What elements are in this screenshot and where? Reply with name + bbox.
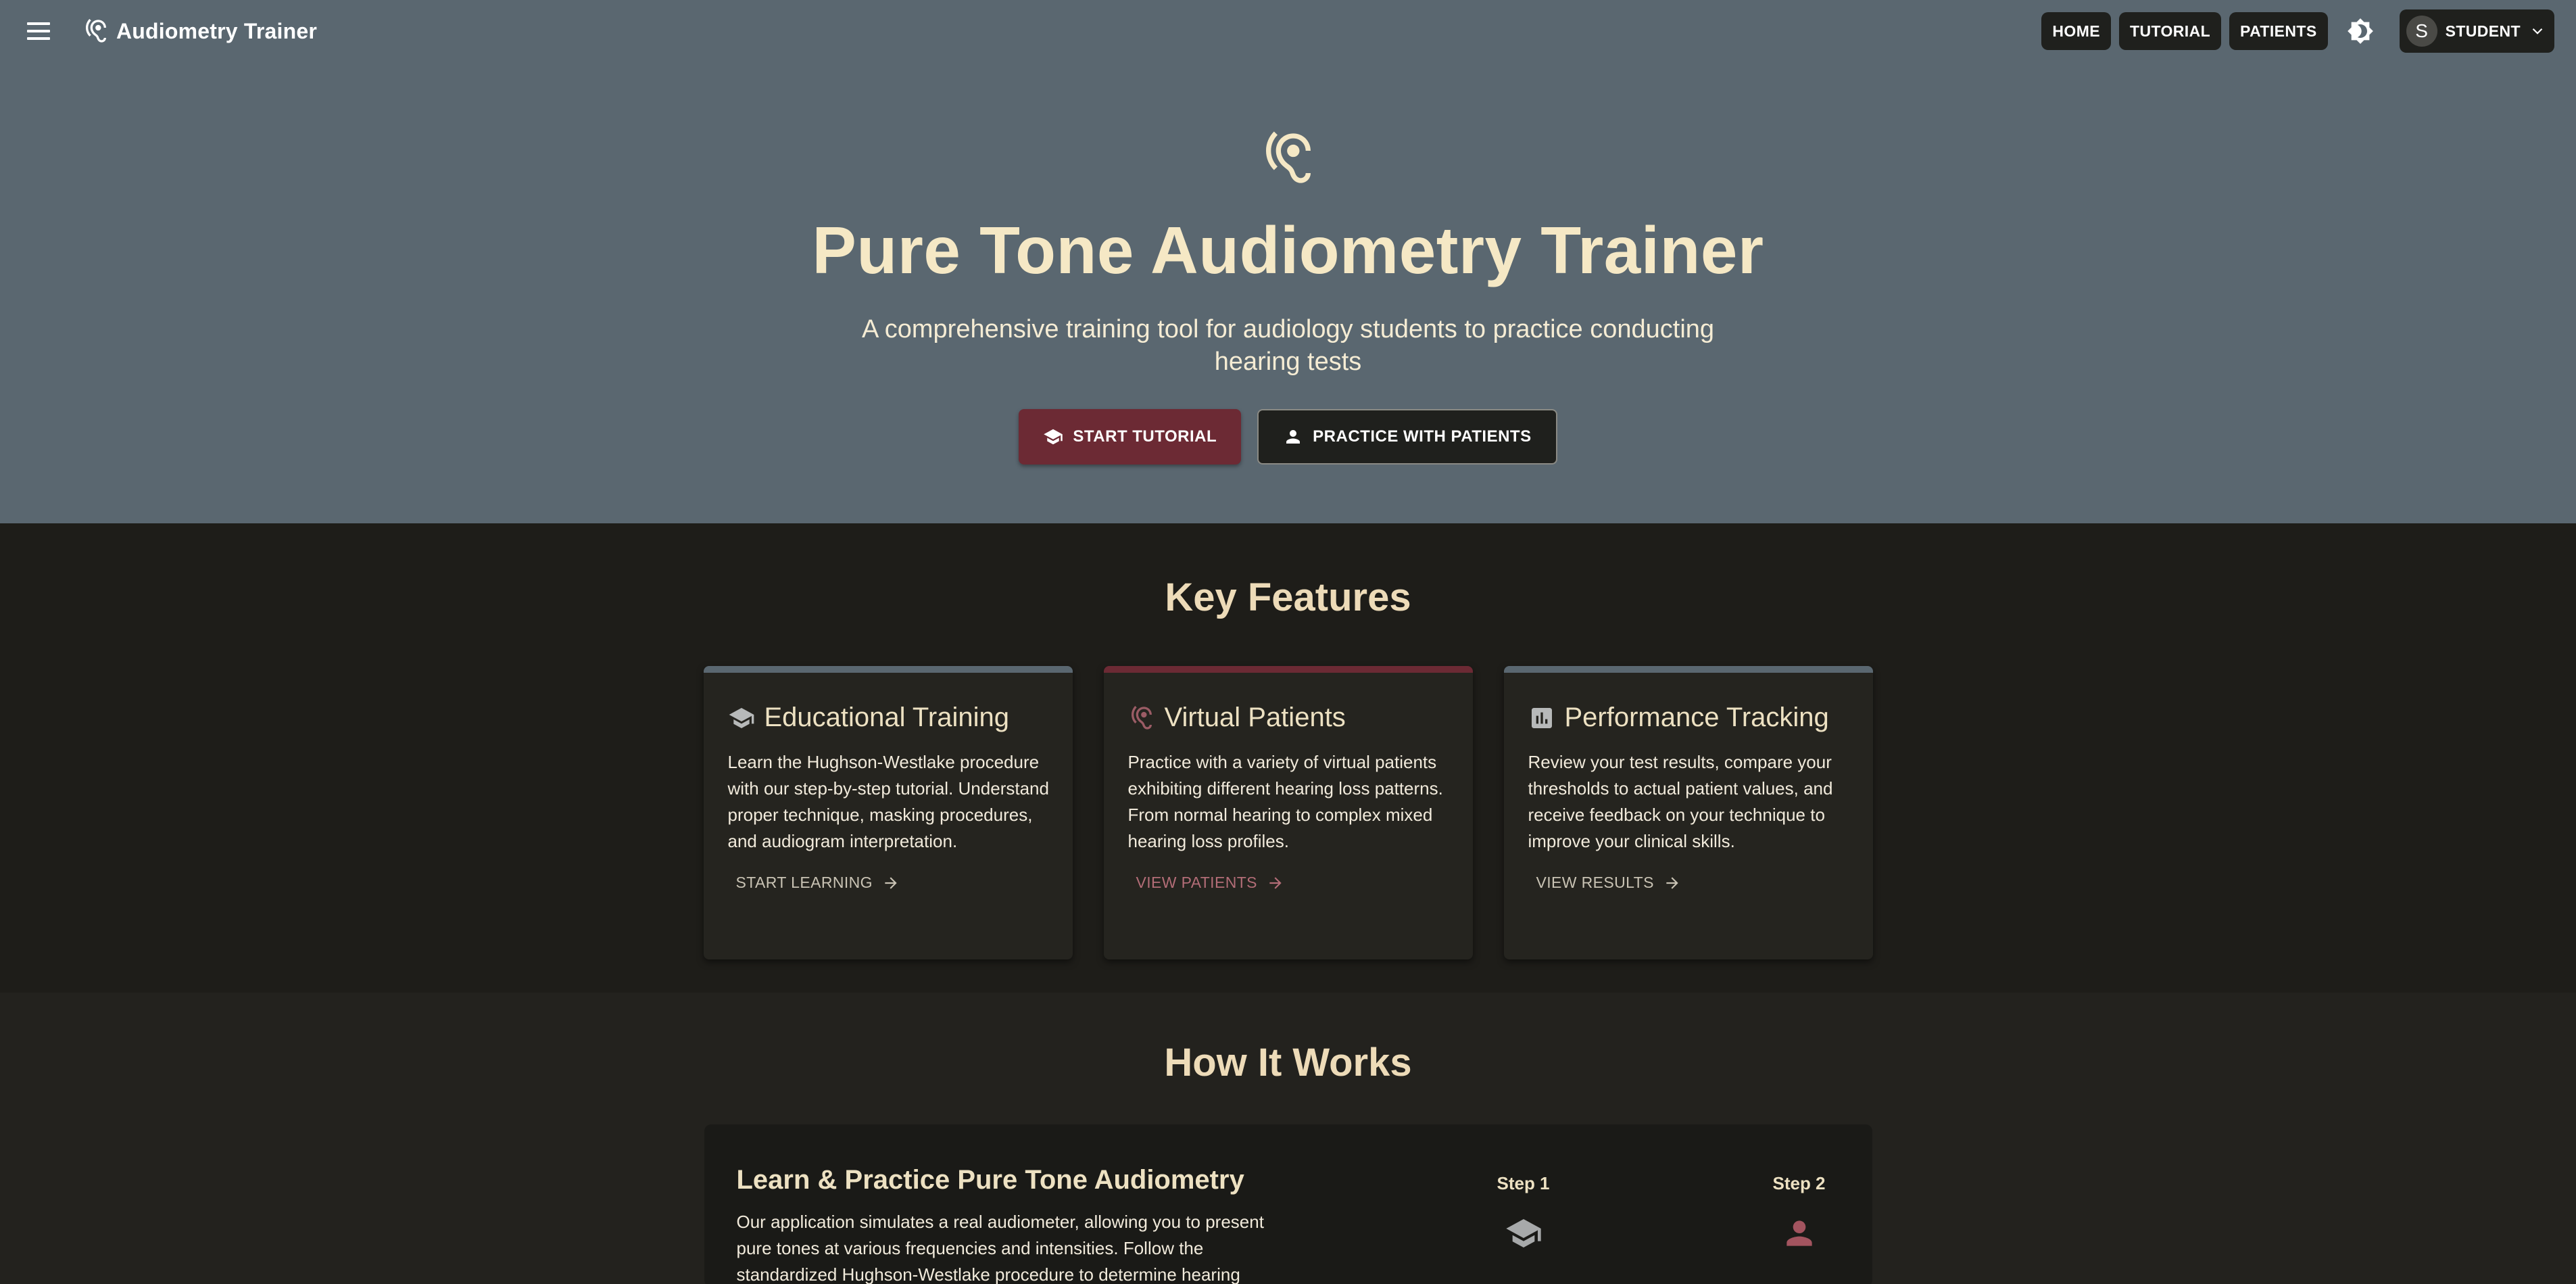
card-accent-bar <box>1103 666 1473 673</box>
section-title: How It Works <box>1164 1041 1412 1085</box>
view-results-link[interactable]: VIEW RESULTS <box>1536 874 1681 892</box>
theme-toggle-button[interactable] <box>2341 12 2379 50</box>
link-label: VIEW PATIENTS <box>1136 874 1257 891</box>
menu-icon[interactable] <box>27 22 50 40</box>
how-it-works-card: Learn & Practice Pure Tone Audiometry Ou… <box>704 1124 1872 1284</box>
nav-patients-button[interactable]: PATIENTS <box>2229 12 2328 50</box>
hero-actions: START TUTORIAL PRACTICE WITH PATIENTS <box>0 409 2576 465</box>
section-title: Key Features <box>1165 575 1411 619</box>
user-label: STUDENT <box>2445 22 2521 40</box>
arrow-right-icon <box>1666 876 1678 889</box>
view-patients-link[interactable]: VIEW PATIENTS <box>1136 874 1284 892</box>
start-learning-link[interactable]: START LEARNING <box>736 874 900 892</box>
hearing-icon <box>1131 705 1152 730</box>
hearing-icon <box>1265 131 1311 183</box>
nav-home-button[interactable]: HOME <box>2041 12 2111 50</box>
brightness-icon <box>2347 18 2373 44</box>
start-tutorial-label: START TUTORIAL <box>1073 427 1217 446</box>
practice-label: PRACTICE WITH PATIENTS <box>1313 427 1532 446</box>
start-tutorial-button[interactable]: START TUTORIAL <box>1019 409 1242 465</box>
step-label: Step 2 <box>1772 1173 1826 1193</box>
person-icon <box>1786 1220 1812 1246</box>
app-title: Audiometry Trainer <box>116 18 318 43</box>
card-description: Learn the Hughson-Westlake procedure wit… <box>727 752 1049 851</box>
card-accent-bar <box>1503 666 1873 673</box>
top-nav: HOME TUTORIAL PATIENTS S STUDENT <box>2041 9 2554 53</box>
link-label: START LEARNING <box>735 874 873 891</box>
arrow-right-icon <box>1269 876 1282 889</box>
school-icon <box>1505 1219 1541 1247</box>
school-icon <box>729 707 754 728</box>
school-icon <box>1044 429 1063 445</box>
card-title: Virtual Patients <box>1164 703 1346 732</box>
step-label: Step 1 <box>1497 1173 1550 1193</box>
card-accent-bar <box>703 666 1073 673</box>
avatar: S <box>2406 16 2437 47</box>
link-label: VIEW RESULTS <box>1536 874 1654 891</box>
page-title: Pure Tone Audiometry Trainer <box>812 213 1764 287</box>
key-features-section: Key Features Educational Training Learn … <box>0 523 2576 993</box>
card-description: Review your test results, compare your t… <box>1528 752 1833 851</box>
practice-with-patients-button[interactable]: PRACTICE WITH PATIENTS <box>1257 409 1557 465</box>
person-icon <box>1286 430 1301 444</box>
card-title: Performance Tracking <box>1564 703 1829 732</box>
how-card-title: Learn & Practice Pure Tone Audiometry <box>736 1165 1244 1195</box>
how-card-description: Our application simulates a real audiome… <box>736 1212 1264 1284</box>
hearing-icon <box>86 19 106 43</box>
steps: Step 1 Step 2 <box>1386 1165 1872 1284</box>
feature-card-educational-training: Educational Training Learn the Hughson-W… <box>703 666 1073 959</box>
step-2: Step 2 <box>1661 1173 1872 1284</box>
brand[interactable]: Audiometry Trainer <box>82 18 317 45</box>
nav-tutorial-button[interactable]: TUTORIAL <box>2119 12 2222 50</box>
hero-subtitle: A comprehensive training tool for audiol… <box>861 315 1715 376</box>
feature-card-performance-tracking: Performance Tracking Review your test re… <box>1503 666 1873 959</box>
card-title: Educational Training <box>764 703 1009 732</box>
chevron-down-icon <box>2532 28 2543 34</box>
feature-card-virtual-patients: Virtual Patients Practice with a variety… <box>1103 666 1473 959</box>
user-menu-button[interactable]: S STUDENT <box>2399 9 2554 53</box>
arrow-right-icon <box>885 876 897 889</box>
how-it-works-section: How It Works Learn & Practice Pure Tone … <box>0 993 2576 1284</box>
card-description: Practice with a variety of virtual patie… <box>1127 752 1443 851</box>
hero: Pure Tone Audiometry Trainer A comprehen… <box>0 62 2576 465</box>
step-1: Step 1 <box>1386 1173 1661 1284</box>
hero-section: Audiometry Trainer HOME TUTORIAL PATIENT… <box>0 0 2576 523</box>
feature-cards: Educational Training Learn the Hughson-W… <box>0 666 2576 959</box>
assessment-icon <box>1531 707 1552 728</box>
app-bar: Audiometry Trainer HOME TUTORIAL PATIENT… <box>0 0 2576 62</box>
